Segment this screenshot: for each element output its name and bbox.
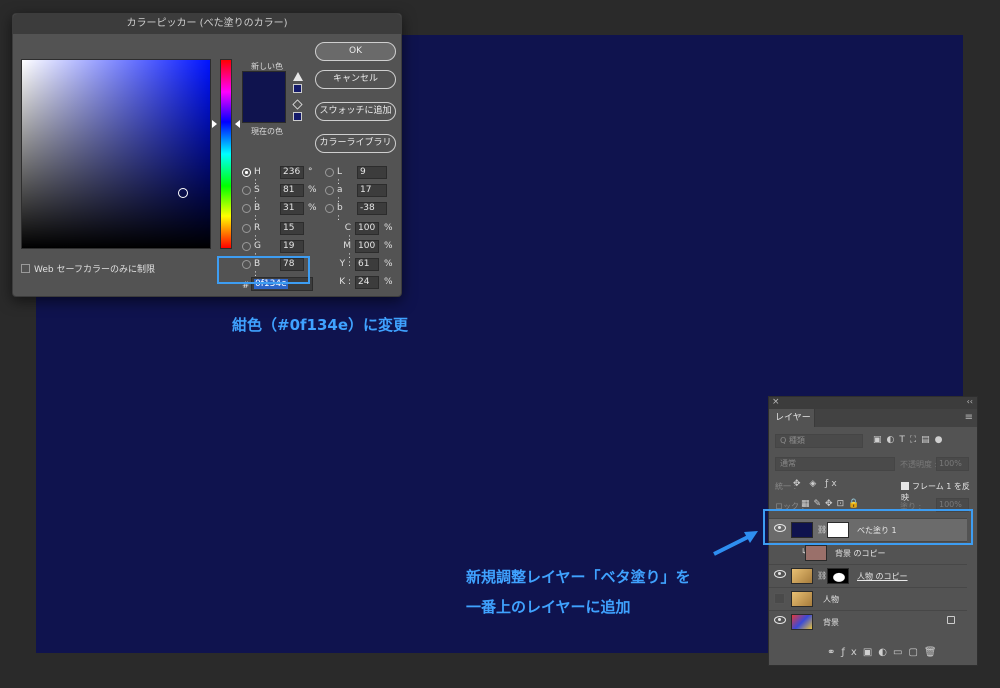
dialog-title: カラーピッカー (べた塗りのカラー) — [13, 14, 401, 34]
gamut-correction-swatch[interactable] — [293, 84, 302, 93]
layer-thumbnail — [805, 545, 827, 561]
radio-b[interactable] — [242, 204, 251, 213]
layer-mask-thumbnail[interactable] — [827, 568, 849, 584]
hex-highlight-box — [217, 256, 310, 284]
unit-m: % — [384, 241, 393, 251]
layers-footer-icons[interactable]: ⚭ƒx▣◐▭▢🗑 — [827, 647, 943, 658]
input-lab-b[interactable]: -38 — [357, 202, 387, 215]
eye-icon[interactable] — [774, 616, 786, 624]
unit-s: % — [308, 185, 317, 195]
color-marker[interactable] — [178, 188, 188, 198]
input-c[interactable]: 100 — [355, 222, 379, 235]
input-g[interactable]: 19 — [280, 240, 304, 253]
input-m[interactable]: 100 — [355, 240, 379, 253]
lock-icon[interactable] — [947, 616, 955, 624]
label-h: H : — [254, 167, 261, 187]
layer-row[interactable]: 人物 — [769, 587, 967, 610]
web-only-label: Web セーフカラーのみに制限 — [34, 265, 155, 275]
eye-icon[interactable] — [774, 593, 785, 604]
web-only-option[interactable]: Web セーフカラーのみに制限 — [21, 262, 155, 275]
color-libraries-button[interactable]: カラーライブラリ — [315, 134, 396, 153]
annotation-color-change: 紺色（#0f134e）に変更 — [232, 316, 409, 334]
cancel-button[interactable]: キャンセル — [315, 70, 396, 89]
label-y: Y : — [339, 259, 351, 269]
web-safe-cube-icon[interactable] — [292, 99, 303, 110]
current-color-label: 現在の色 — [251, 127, 283, 136]
radio-l[interactable] — [325, 168, 334, 177]
layer-row[interactable]: ⛓ 人物 のコピー — [769, 564, 967, 587]
hue-slider-right-arrow[interactable] — [235, 120, 240, 128]
layer-thumbnail — [791, 614, 813, 630]
input-l[interactable]: 9 — [357, 166, 387, 179]
lock-icons[interactable]: ▦✎✥⊡🔒 — [801, 499, 863, 509]
radio-g[interactable] — [242, 242, 251, 251]
input-a[interactable]: 17 — [357, 184, 387, 197]
blend-mode-select[interactable]: 通常 — [775, 457, 895, 471]
tab-layers[interactable]: レイヤー — [769, 409, 815, 427]
input-y[interactable]: 61 — [355, 258, 379, 271]
hue-slider[interactable] — [220, 59, 232, 249]
filter-icons[interactable]: ▣◐T⛶▤● — [873, 435, 948, 445]
unit-h: ° — [308, 167, 313, 177]
label-s: S : — [254, 185, 260, 205]
radio-a[interactable] — [325, 186, 334, 195]
link-icon[interactable]: ⛓ — [817, 571, 827, 580]
panel-top-bar: × ‹‹ — [769, 397, 977, 409]
layer-thumbnail — [791, 591, 813, 607]
layer-row[interactable]: 背景 — [769, 610, 967, 633]
unit-k: % — [384, 277, 393, 287]
unit-b: % — [308, 203, 317, 213]
eye-icon[interactable] — [774, 570, 786, 578]
panel-menu-icon[interactable]: ≡ — [965, 412, 973, 423]
label-lab-b: b : — [337, 203, 343, 223]
annotation-add-layer-2: 一番上のレイヤーに追加 — [466, 598, 631, 616]
label-r: R : — [254, 223, 261, 243]
input-s[interactable]: 81 — [280, 184, 304, 197]
unit-c: % — [384, 223, 393, 233]
input-b[interactable]: 31 — [280, 202, 304, 215]
unify-icons[interactable]: ✥ ◈ ƒx — [793, 479, 840, 489]
label-a: a : — [337, 185, 343, 205]
close-icon[interactable]: × — [772, 397, 780, 407]
layer-name: 背景 — [823, 618, 839, 627]
layer-name: 背景 のコピー — [835, 549, 886, 558]
radio-r[interactable] — [242, 224, 251, 233]
label-l: L : — [337, 167, 343, 187]
layer-name: 人物 — [823, 595, 839, 604]
hue-slider-left-arrow[interactable] — [212, 120, 217, 128]
unit-y: % — [384, 259, 393, 269]
annotation-add-layer-1: 新規調整レイヤー「ベタ塗り」を — [466, 568, 691, 586]
input-k[interactable]: 24 — [355, 276, 379, 289]
current-color-swatch[interactable] — [242, 97, 286, 123]
label-c: C : — [344, 223, 351, 243]
layer-name: 人物 のコピー — [857, 572, 908, 581]
opacity-label: 不透明度 : — [900, 460, 938, 469]
gamut-warning-icon[interactable] — [293, 72, 303, 81]
layer-thumbnail — [791, 568, 813, 584]
layer-highlight-box — [763, 509, 973, 545]
web-safe-swatch[interactable] — [293, 112, 302, 121]
radio-lab-b[interactable] — [325, 204, 334, 213]
color-picker-dialog: カラーピッカー (べた塗りのカラー) 新しい色 現在の色 OK キャンセル スウ… — [12, 13, 402, 297]
label-b: B : — [254, 203, 261, 223]
kind-filter[interactable]: Q 種類 — [775, 434, 863, 448]
annotation-arrow — [713, 531, 758, 556]
tab-bar: ≡ — [815, 409, 977, 427]
add-to-swatches-button[interactable]: スウォッチに追加 — [315, 102, 396, 121]
ok-button[interactable]: OK — [315, 42, 396, 61]
label-k: K : — [339, 277, 351, 287]
radio-h[interactable] — [242, 168, 251, 177]
new-color-swatch — [242, 71, 286, 97]
input-r[interactable]: 15 — [280, 222, 304, 235]
collapse-icon[interactable]: ‹‹ — [967, 397, 973, 406]
input-h[interactable]: 236 — [280, 166, 304, 179]
saturation-brightness-field[interactable] — [21, 59, 211, 249]
web-only-checkbox[interactable] — [21, 264, 30, 273]
propagate-checkbox[interactable] — [901, 482, 909, 490]
opacity-input[interactable]: 100% — [936, 457, 969, 471]
radio-s[interactable] — [242, 186, 251, 195]
label-m: M : — [343, 241, 351, 261]
